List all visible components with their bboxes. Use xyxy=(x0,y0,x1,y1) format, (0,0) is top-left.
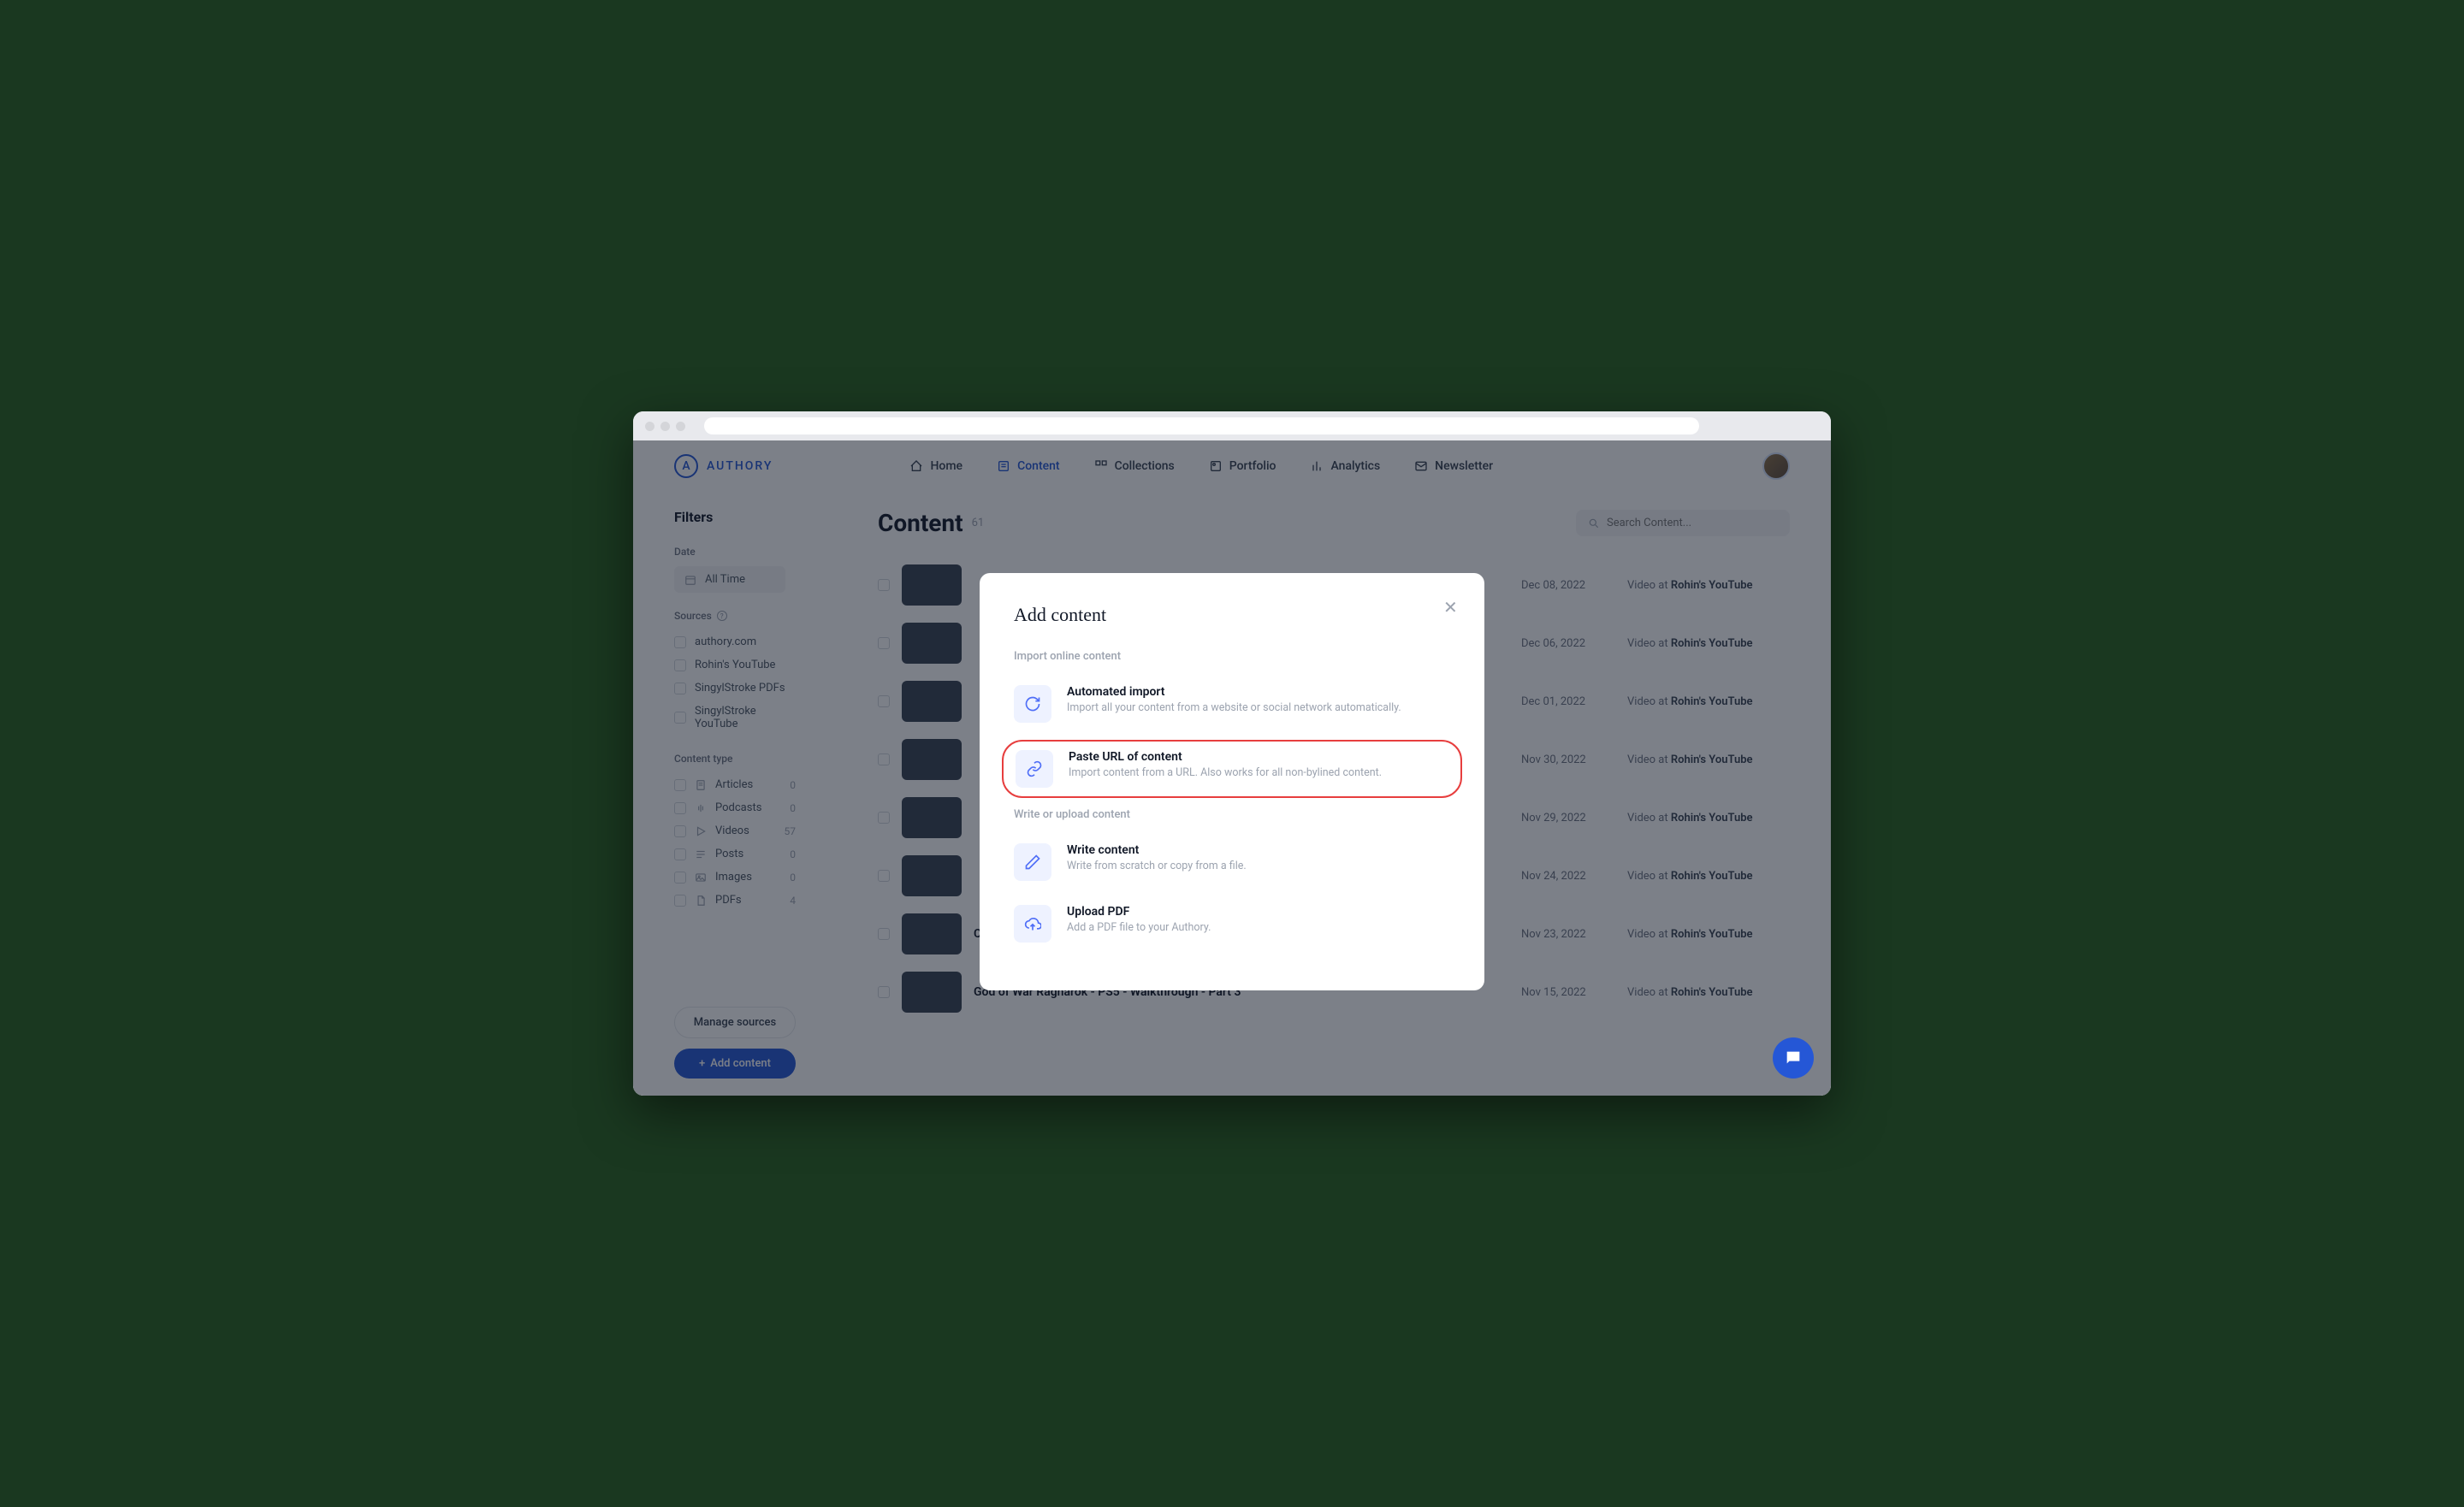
option-desc: Write from scratch or copy from a file. xyxy=(1067,860,1450,872)
option-upload-pdf[interactable]: Upload PDF Add a PDF file to your Author… xyxy=(1014,898,1450,949)
url-bar[interactable] xyxy=(704,417,1699,434)
option-paste-url[interactable]: Paste URL of content Import content from… xyxy=(1002,740,1462,798)
refresh-icon xyxy=(1014,685,1051,723)
link-icon xyxy=(1016,750,1053,788)
option-title: Write content xyxy=(1067,843,1450,857)
chat-icon xyxy=(1784,1049,1803,1067)
app-content: A AUTHORY Home Content Collections xyxy=(633,440,1831,1096)
option-automated-import[interactable]: Automated import Import all your content… xyxy=(1014,678,1450,730)
option-title: Paste URL of content xyxy=(1069,750,1448,764)
option-write-content[interactable]: Write content Write from scratch or copy… xyxy=(1014,836,1450,888)
chat-bubble[interactable] xyxy=(1773,1037,1814,1079)
option-title: Automated import xyxy=(1067,685,1450,699)
traffic-light-minimize[interactable] xyxy=(660,422,670,431)
traffic-light-maximize[interactable] xyxy=(676,422,685,431)
browser-window: A AUTHORY Home Content Collections xyxy=(633,411,1831,1096)
option-desc: Import all your content from a website o… xyxy=(1067,701,1450,714)
modal-title: Add content xyxy=(1014,604,1450,626)
option-desc: Add a PDF file to your Authory. xyxy=(1067,921,1450,934)
close-icon[interactable]: ✕ xyxy=(1443,599,1460,616)
traffic-light-close[interactable] xyxy=(645,422,654,431)
traffic-lights xyxy=(645,422,685,431)
option-desc: Import content from a URL. Also works fo… xyxy=(1069,766,1448,779)
browser-chrome xyxy=(633,411,1831,440)
add-content-modal: Add content ✕ Import online content Auto… xyxy=(980,573,1484,990)
pencil-icon xyxy=(1014,843,1051,881)
modal-section-write: Write or upload content xyxy=(1014,808,1450,821)
upload-icon xyxy=(1014,905,1051,943)
option-title: Upload PDF xyxy=(1067,905,1450,919)
modal-section-import: Import online content xyxy=(1014,650,1450,663)
modal-overlay[interactable]: Add content ✕ Import online content Auto… xyxy=(633,440,1831,1096)
